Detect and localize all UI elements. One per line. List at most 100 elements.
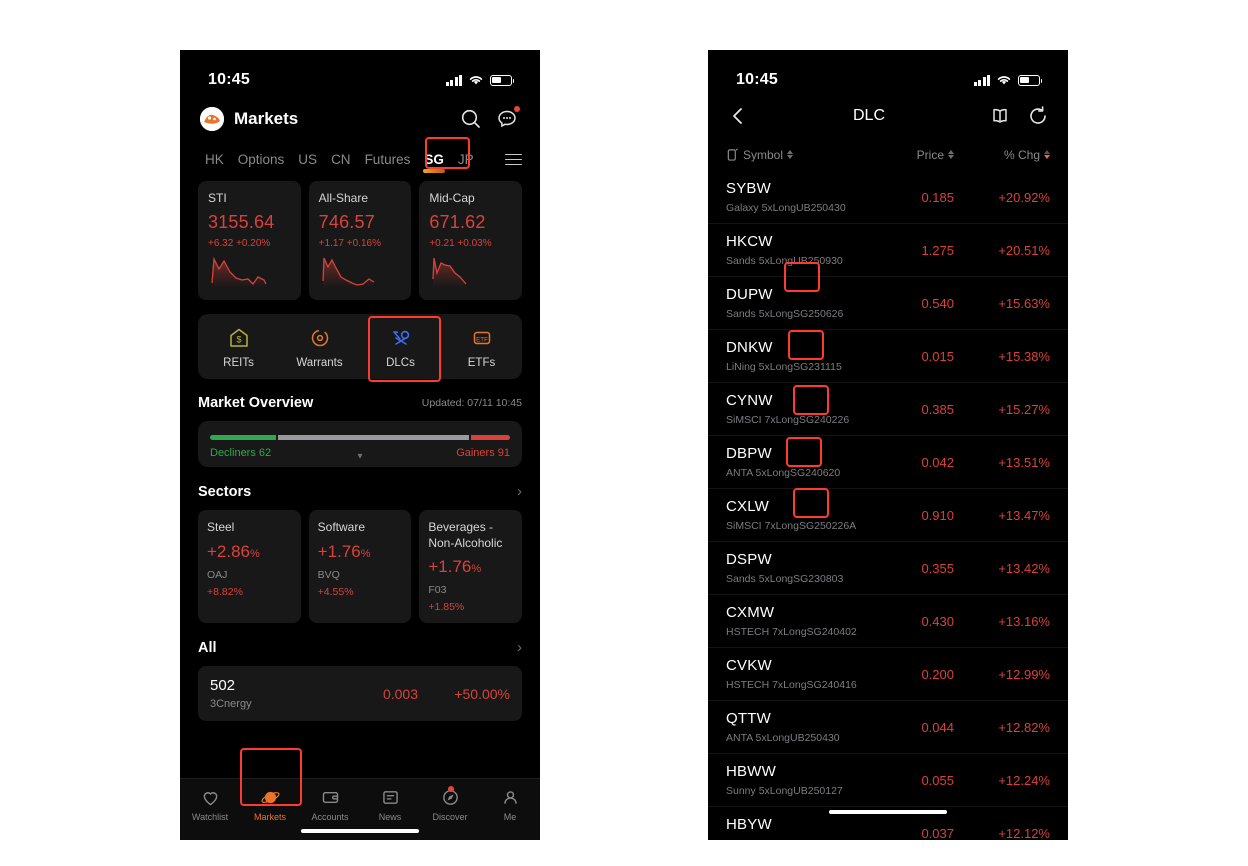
dlc-symbol: DNKW [726,339,773,356]
index-change: +1.17 +0.16% [319,238,402,249]
table-row[interactable]: CXLW SiMSCI 7xLongSG250226A 0.910 +13.47% [708,489,1068,542]
tab-discover[interactable]: Discover [420,786,480,822]
messages-icon[interactable] [494,106,520,132]
battery-icon [1018,74,1043,86]
table-row[interactable]: SYBW Galaxy 5xLongUB250430 0.185 +20.92% [708,171,1068,224]
dlc-price: 0.044 [921,719,954,735]
market-tabs: HK Options US CN Futures SG JP [180,142,540,181]
index-change-pct: +0.20% [236,238,271,249]
table-row[interactable]: DSPW Sands 5xLongSG230803 0.355 +13.42% [708,542,1068,595]
dlc-change-pct: +13.16% [998,613,1050,629]
table-row[interactable]: QTTW ANTA 5xLongUB250430 0.044 +12.82% [708,701,1068,754]
wallet-icon [322,791,338,804]
sector-name: Software [317,520,366,534]
table-row[interactable]: DUPW Sands 5xLongSG250626 0.540 +15.63% [708,277,1068,330]
dlc-change-pct: +13.42% [998,560,1050,576]
market-tab-hk[interactable]: HK [198,148,231,171]
market-tab-options[interactable]: Options [231,148,292,171]
all-list-row[interactable]: 502 3Cnergy 0.003 +50.00% [198,666,522,722]
moomoo-logo-icon [200,107,224,131]
market-tab-us[interactable]: US [291,148,324,171]
person-icon [503,791,517,804]
all-section-title: All [198,639,217,656]
quick-access-dlcs[interactable]: DLCs [360,326,441,369]
etfs-box-icon: ETF [473,331,490,345]
chevron-right-icon[interactable]: › [517,639,522,656]
back-chevron-icon[interactable] [726,104,750,128]
hamburger-menu-icon[interactable] [505,153,522,166]
table-row[interactable]: HBWW Sunny 5xLongUB250127 0.055 +12.24% [708,754,1068,807]
sector-card-steel[interactable]: Steel +2.86% OAJ +8.82% [198,510,301,624]
table-row[interactable]: DBPW ANTA 5xLongSG240620 0.042 +13.51% [708,436,1068,489]
sector-top-pct: +4.55% [317,586,354,598]
sector-card-beverages[interactable]: Beverages - Non-Alcoholic +1.76% F03 +1.… [419,510,523,624]
all-section-header[interactable]: All › [180,623,540,666]
dlc-change-pct: +15.38% [998,348,1050,364]
market-overview-card[interactable]: Decliners 62 ▾ Gainers 91 [198,421,522,467]
planet-icon [260,791,280,804]
index-change-pct: +0.03% [457,238,492,249]
market-tab-jp[interactable]: JP [451,148,481,171]
status-time: 10:45 [736,71,778,88]
stock-price: 0.003 [382,685,418,702]
tab-accounts[interactable]: Accounts [300,787,360,822]
column-header-symbol[interactable]: Symbol [726,147,868,162]
tab-news[interactable]: News [360,787,420,822]
tab-label: HK [205,152,224,167]
tab-markets[interactable]: Markets [240,787,300,822]
chevron-down-icon[interactable]: ▾ [357,451,362,462]
wifi-icon [469,76,483,85]
chevron-right-icon[interactable]: › [517,483,522,500]
status-bar: 10:45 [708,50,1068,102]
dlc-description: ANTA 5xLongUB250430 [726,732,840,744]
dlc-change-pct: +15.27% [998,401,1050,417]
table-row[interactable]: CXMW HSTECH 7xLongSG240402 0.430 +13.16% [708,595,1068,648]
refresh-icon[interactable] [1026,104,1050,128]
dlc-price: 0.185 [921,189,954,205]
table-row[interactable]: CVKW HSTECH 7xLongSG240416 0.200 +12.99% [708,648,1068,701]
tab-label: Options [237,152,285,167]
tab-label: CN [331,152,351,167]
index-change: +6.32 +0.20% [208,238,291,249]
dlc-price: 0.430 [921,613,954,629]
dlc-symbol: SYBW [726,180,771,197]
heart-icon [203,792,217,806]
table-row[interactable]: CYNW SiMSCI 7xLongSG240226 0.385 +15.27% [708,383,1068,436]
column-header-change-pct[interactable]: % Chg [954,148,1050,162]
index-sparkline [432,257,467,287]
quick-access-etfs[interactable]: ETF ETFs [441,326,522,369]
quick-access-warrants[interactable]: Warrants [279,326,360,369]
quick-access-reits[interactable]: $ REITs [198,326,279,369]
home-indicator [301,828,419,833]
decliners-label: Decliners 62 [210,447,272,459]
cellular-bars-icon [445,74,462,86]
gainers-label: Gainers 91 [456,447,510,459]
tab-me[interactable]: Me [480,787,540,822]
index-card-all-share[interactable]: All-Share 746.57 +1.17 +0.16% [308,181,412,300]
sector-card-software[interactable]: Software +1.76% BVQ +4.55% [308,510,412,624]
market-tab-sg[interactable]: SG [417,148,451,173]
tab-label: Me [503,812,517,822]
dlc-list: SYBW Galaxy 5xLongUB250430 0.185 +20.92% HKC… [708,171,1068,840]
sort-arrows-symbol[interactable] [787,149,794,160]
column-header-price[interactable]: Price [868,148,954,162]
index-card-mid-cap[interactable]: Mid-Cap 671.62 +0.21 +0.03% [419,181,523,300]
dlc-change-pct: +13.51% [998,454,1050,470]
sectors-header[interactable]: Sectors › [180,467,540,510]
book-icon[interactable] [988,104,1012,128]
search-icon[interactable] [458,106,484,132]
market-tab-cn[interactable]: CN [324,148,358,171]
table-row[interactable]: DNKW LiNing 5xLongSG231115 0.015 +15.38% [708,330,1068,383]
index-sparkline [322,257,375,287]
quick-access-label: Warrants [296,357,343,369]
market-tab-futures[interactable]: Futures [358,148,418,171]
index-card-sti[interactable]: STI 3155.64 +6.32 +0.20% [198,181,301,300]
table-row[interactable]: HKCW Sands 5xLongUB250930 1.275 +20.51% [708,224,1068,277]
decliners-segment [210,435,276,440]
dlc-symbol: DUPW [726,286,773,303]
sort-arrows-change-pct[interactable] [1044,149,1050,160]
index-name: STI [208,191,227,205]
tab-watchlist[interactable]: Watchlist [180,787,240,822]
tab-label: US [298,152,318,167]
index-change-abs: +6.32 [208,238,234,249]
